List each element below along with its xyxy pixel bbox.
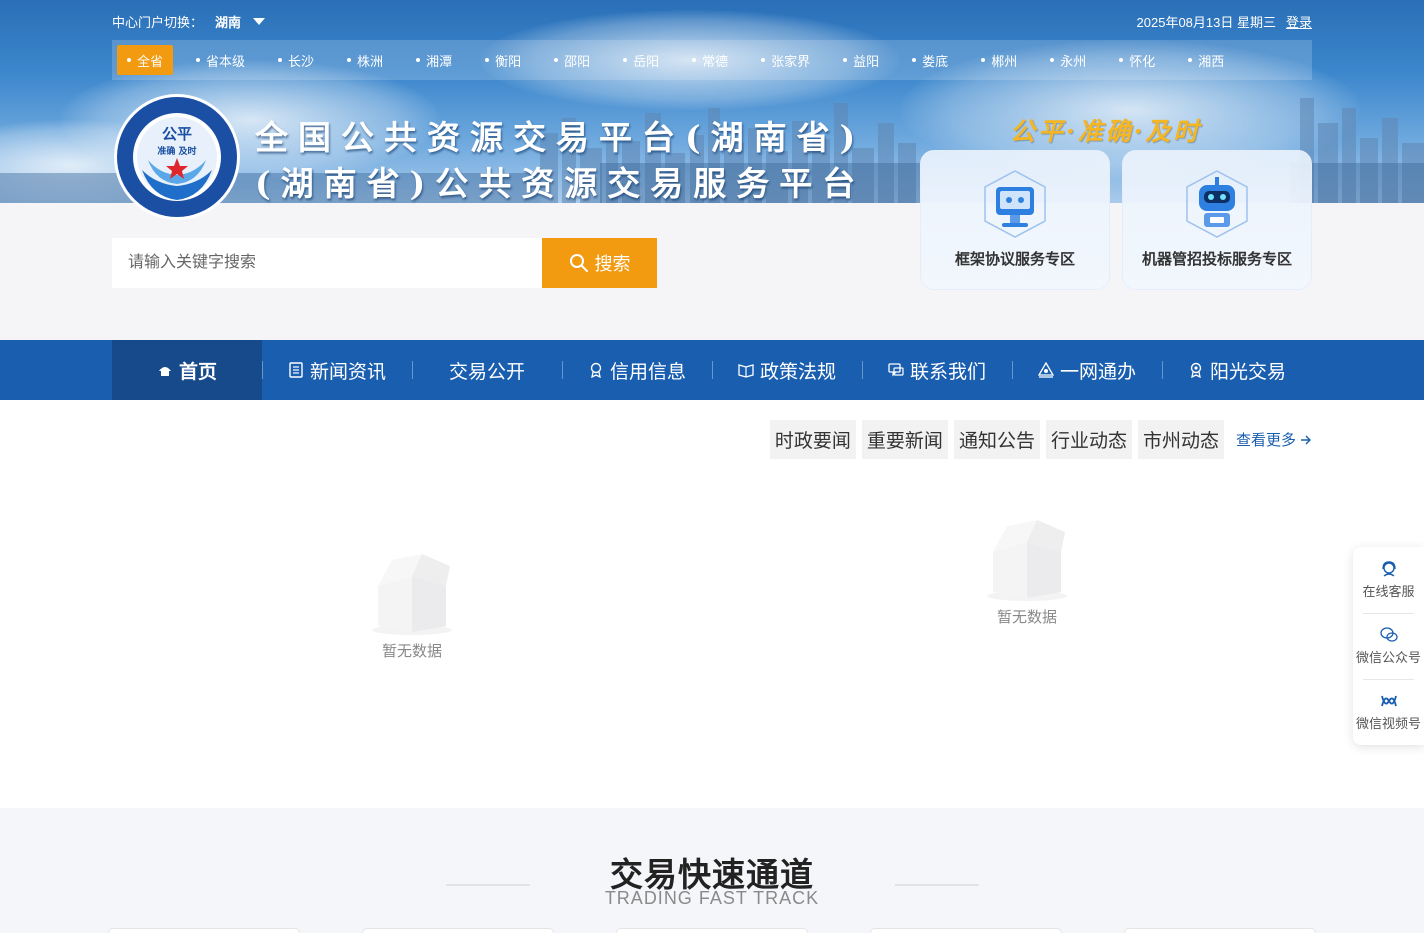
headset-icon (1381, 561, 1396, 577)
tab-notices[interactable]: 通知公告 (953, 420, 1040, 459)
nav-label: 新闻资讯 (309, 361, 386, 383)
robot-head-icon (1186, 170, 1248, 238)
platform-logo-seal[interactable]: 公平 准确 及时 (112, 92, 242, 222)
video-channel-icon (1380, 695, 1397, 707)
nav-one-network[interactable]: 一网通办 (1012, 340, 1162, 400)
city-item[interactable]: 永州 (1040, 45, 1096, 75)
portal-switcher[interactable]: 中心门户切换： 湖南 (112, 12, 266, 31)
empty-state-right: 暂无数据 (977, 516, 1077, 627)
news-icon (289, 362, 303, 378)
top-utility-bar: 中心门户切换： 湖南 2025年08月13日 星期三 登录 (112, 8, 1312, 34)
svg-text:公平: 公平 (162, 125, 192, 143)
city-item[interactable]: 郴州 (971, 45, 1027, 75)
zone-label: 框架协议服务专区 (954, 251, 1075, 268)
network-icon (1037, 362, 1054, 378)
view-more-link[interactable]: 查看更多 (1236, 429, 1312, 450)
tab-industry-news[interactable]: 行业动态 (1045, 420, 1132, 459)
home-icon (158, 367, 171, 376)
nav-label: 阳光交易 (1209, 361, 1286, 383)
site-title-line1: 全国公共资源交易平台(湖南省) (255, 118, 866, 157)
news-tab-bar: 时政要闻 重要新闻 通知公告 行业动态 市州动态 查看更多 (769, 420, 1312, 459)
search-button-label: 搜索 (594, 254, 631, 274)
tab-important-news[interactable]: 重要新闻 (861, 420, 948, 459)
nav-policy[interactable]: 政策法规 (712, 340, 862, 400)
arrow-right-icon (1301, 435, 1311, 444)
search-button[interactable]: 搜索 (542, 238, 657, 288)
fast-track-section: 交易快速通道 TRADING FAST TRACK (0, 808, 1424, 933)
portal-current-value[interactable]: 湖南 (215, 12, 241, 31)
site-title-block: 全国公共资源交易平台(湖南省) (湖南省)公共资源交易服务平台 (255, 115, 865, 207)
city-item[interactable]: 张家界 (751, 45, 820, 75)
fast-track-card[interactable] (362, 928, 554, 933)
float-label: 微信视频号 (1355, 716, 1421, 731)
empty-state-text: 暂无数据 (996, 609, 1057, 626)
framework-agreement-zone-card[interactable]: 框架协议服务专区 (920, 150, 1110, 290)
search-input[interactable] (112, 238, 542, 288)
login-link[interactable]: 登录 (1286, 12, 1312, 31)
wechat-official-button[interactable]: 微信公众号 (1353, 613, 1424, 679)
header-banner: 中心门户切换： 湖南 2025年08月13日 星期三 登录 全省 省本级 长沙 … (0, 0, 1424, 340)
city-item[interactable]: 湘西 (1178, 45, 1234, 75)
nav-label: 政策法规 (759, 361, 836, 383)
portal-switch-label: 中心门户切换： (112, 14, 204, 30)
city-item[interactable]: 娄底 (902, 45, 958, 75)
online-service-button[interactable]: 在线客服 (1353, 547, 1424, 613)
city-item[interactable]: 湘潭 (406, 45, 462, 75)
chevron-down-icon[interactable] (253, 17, 266, 25)
zone-label: 机器管招投标服务专区 (1141, 251, 1292, 268)
tab-city-news[interactable]: 市州动态 (1137, 420, 1224, 459)
city-item[interactable]: 衡阳 (475, 45, 531, 75)
empty-box-icon (372, 554, 452, 635)
fast-track-card[interactable] (616, 928, 808, 933)
chat-icon (888, 363, 904, 377)
fast-track-card[interactable] (870, 928, 1062, 933)
nav-credit-info[interactable]: 信用信息 (562, 340, 712, 400)
nav-home[interactable]: 首页 (112, 340, 262, 400)
city-item[interactable]: 邵阳 (544, 45, 600, 75)
site-title-line2: (湖南省)公共资源交易服务平台 (255, 164, 866, 203)
float-label: 在线客服 (1362, 584, 1415, 599)
view-more-label: 查看更多 (1235, 432, 1296, 449)
nav-label: 一网通办 (1059, 361, 1136, 383)
medal-icon (1190, 362, 1202, 378)
floating-service-bar: 在线客服 微信公众号 微信视频号 (1353, 547, 1424, 745)
svg-text:准确 及时: 准确 及时 (157, 145, 196, 157)
fast-track-subtitle: TRADING FAST TRACK (604, 888, 820, 908)
float-label: 微信公众号 (1355, 650, 1421, 665)
city-item[interactable]: 省本级 (186, 45, 255, 75)
main-navigation: 首页 新闻资讯 交易公开 信用信息 政策法规 联系我们 一网通办 阳光交易 (0, 340, 1424, 400)
nav-label: 联系我们 (909, 361, 986, 383)
machine-bidding-zone-card[interactable]: 机器管招投标服务专区 (1122, 150, 1312, 290)
tab-current-affairs[interactable]: 时政要闻 (769, 420, 856, 459)
city-item[interactable]: 长沙 (268, 45, 324, 75)
city-item[interactable]: 株洲 (337, 45, 393, 75)
nav-label: 首页 (178, 361, 217, 383)
city-selector-bar: 全省 省本级 长沙 株洲 湘潭 衡阳 邵阳 岳阳 常德 张家界 益阳 娄底 郴州… (112, 40, 1312, 80)
city-item[interactable]: 岳阳 (613, 45, 669, 75)
nav-trade-public[interactable]: 交易公开 (412, 340, 562, 400)
current-date: 2025年08月13日 星期三 (1136, 14, 1276, 30)
empty-state-left: 暂无数据 (362, 550, 462, 661)
city-item[interactable]: 怀化 (1109, 45, 1165, 75)
nav-contact[interactable]: 联系我们 (862, 340, 1012, 400)
robot-screen-icon (984, 170, 1046, 238)
search-bar: 搜索 (112, 238, 657, 288)
nav-sunshine-trade[interactable]: 阳光交易 (1162, 340, 1312, 400)
city-item[interactable]: 全省 (117, 45, 174, 75)
book-icon (738, 364, 754, 378)
city-item[interactable]: 益阳 (833, 45, 889, 75)
wechat-video-button[interactable]: 微信视频号 (1353, 679, 1424, 745)
nav-label: 交易公开 (448, 361, 525, 383)
wechat-icon (1379, 627, 1398, 642)
nav-news[interactable]: 新闻资讯 (262, 340, 412, 400)
slogan: 公平·准确·及时 (1010, 117, 1202, 146)
search-icon (569, 254, 588, 272)
city-item[interactable]: 常德 (682, 45, 738, 75)
empty-state-text: 暂无数据 (381, 643, 442, 660)
nav-label: 信用信息 (609, 361, 686, 383)
empty-box-icon (987, 520, 1067, 601)
fast-track-card[interactable] (108, 928, 300, 933)
badge-icon (590, 362, 602, 378)
fast-track-card[interactable] (1124, 928, 1316, 933)
